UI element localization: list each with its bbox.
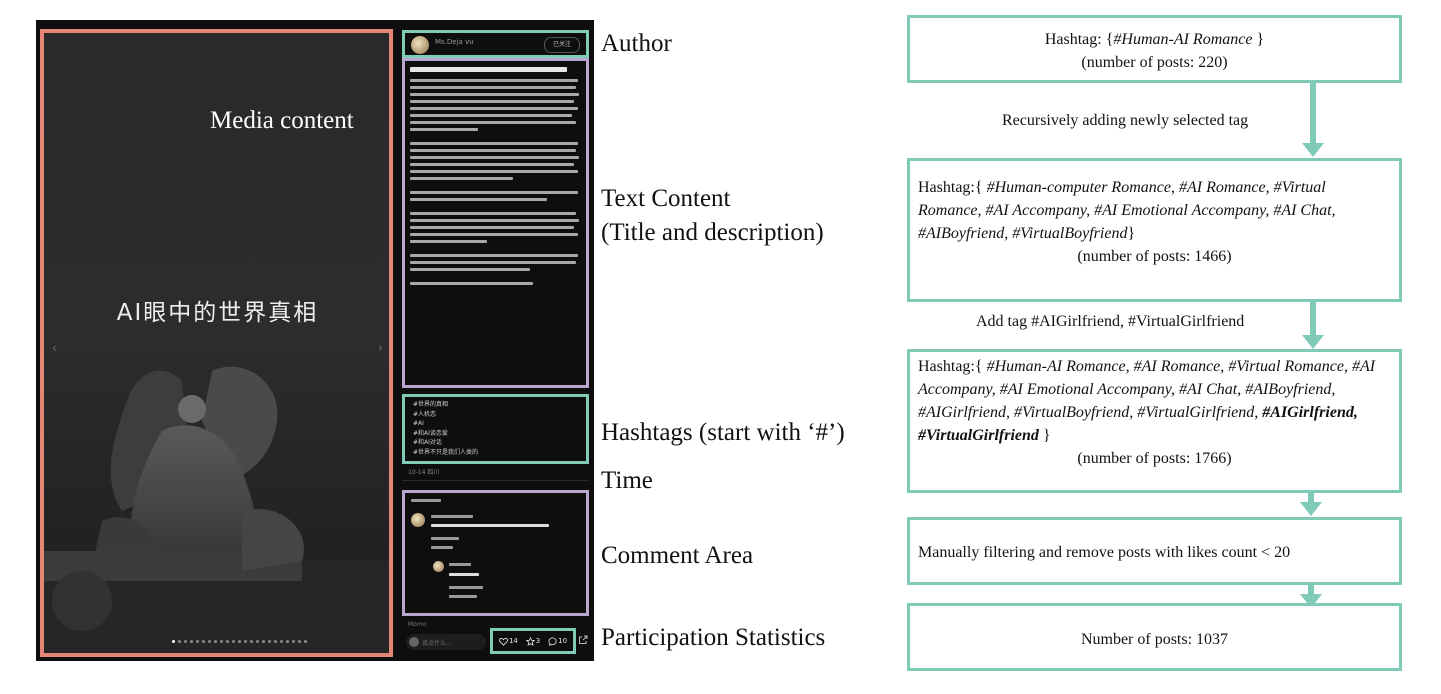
next-image-arrow[interactable]: › bbox=[378, 341, 383, 355]
angel-statue-image bbox=[42, 366, 393, 655]
label-hashtags: Hashtags (start with ‘#’) bbox=[601, 419, 845, 446]
hashtag[interactable]: #世界的真相 bbox=[413, 400, 578, 410]
divider bbox=[402, 480, 589, 481]
hashtag[interactable]: #和AI对话 bbox=[413, 438, 578, 448]
avatar bbox=[409, 637, 419, 647]
label-text-content: Text Content bbox=[601, 185, 731, 212]
label-title-description: (Title and description) bbox=[601, 219, 824, 246]
flow-step-manual-filter: Manually filtering and remove posts with… bbox=[907, 517, 1402, 585]
hashtag[interactable]: #世界不只是我们人类的 bbox=[413, 448, 578, 458]
label-comment-area: Comment Area bbox=[601, 542, 754, 569]
author-section: Ms.Deja vu 已关注 bbox=[402, 30, 589, 58]
post-count: (number of posts: 220) bbox=[1081, 54, 1228, 71]
post-count: (number of posts: 1766) bbox=[1077, 450, 1232, 467]
hashtag[interactable]: #人机恋 bbox=[413, 410, 578, 420]
avatar[interactable] bbox=[433, 561, 444, 572]
comment-area bbox=[402, 490, 589, 616]
avatar[interactable] bbox=[411, 513, 425, 527]
label-media-content: Media content bbox=[210, 107, 354, 134]
carousel-indicator[interactable] bbox=[172, 640, 307, 643]
arrow-head-icon bbox=[1302, 143, 1324, 157]
comment-input-placeholder: 说点什么... bbox=[422, 640, 452, 647]
label-author: Author bbox=[601, 30, 672, 57]
arrow-head-icon bbox=[1302, 335, 1324, 349]
favorite-count: 3 bbox=[535, 637, 541, 645]
participation-statistics: 14 3 10 bbox=[490, 628, 576, 654]
comment-icon bbox=[548, 636, 557, 646]
comment-input[interactable]: 说点什么... bbox=[406, 634, 486, 650]
post-count: (number of posts: 1466) bbox=[1077, 248, 1232, 265]
flow-step-label: Recursively adding newly selected tag bbox=[1002, 112, 1249, 129]
label-participation-statistics: Participation Statistics bbox=[601, 624, 826, 651]
like-button[interactable]: 14 bbox=[499, 637, 518, 646]
comment-count: 10 bbox=[558, 637, 568, 645]
hashtag[interactable]: #和AI谈恋爱 bbox=[413, 429, 578, 439]
author-name[interactable]: Ms.Deja vu bbox=[435, 38, 474, 46]
heart-icon bbox=[499, 637, 508, 646]
text-content-section bbox=[402, 58, 589, 388]
hashtags-section: #世界的真相 #人机恋 #AI #和AI谈恋爱 #和AI对话 #世界不只是我们人… bbox=[402, 394, 589, 464]
flow-step-initial-tag: Hashtag: {#Human-AI Romance } (number of… bbox=[907, 15, 1402, 83]
media-title: AI眼中的世界真相 bbox=[116, 300, 319, 326]
flow-step-expanded-tags: Hashtag:{ #Human-computer Romance, #AI R… bbox=[907, 158, 1402, 302]
prev-image-arrow[interactable]: ‹ bbox=[52, 341, 57, 355]
flow-step-girlfriend-tags: Hashtag:{ #Human-AI Romance, #AI Romance… bbox=[907, 349, 1402, 493]
follow-button[interactable]: 已关注 bbox=[544, 37, 580, 53]
flow-arrow bbox=[1310, 302, 1316, 336]
share-icon[interactable] bbox=[578, 635, 588, 645]
star-icon bbox=[525, 636, 535, 646]
arrow-head-icon bbox=[1300, 502, 1322, 516]
flow-step-final-count: Number of posts: 1037 bbox=[907, 603, 1402, 671]
flow-step-label: Add tag #AIGirlfriend, #VirtualGirlfrien… bbox=[976, 313, 1245, 330]
label-time: Time bbox=[601, 467, 653, 494]
like-count: 14 bbox=[508, 637, 518, 645]
favorite-button[interactable]: 3 bbox=[525, 636, 541, 646]
post-time: 10-14 四川 bbox=[408, 469, 440, 476]
hashtag[interactable]: #AI bbox=[413, 419, 578, 429]
avatar[interactable] bbox=[411, 36, 429, 54]
next-comment-author: Momo bbox=[408, 621, 427, 628]
flow-arrow bbox=[1310, 83, 1316, 143]
comment-button[interactable]: 10 bbox=[548, 636, 568, 646]
